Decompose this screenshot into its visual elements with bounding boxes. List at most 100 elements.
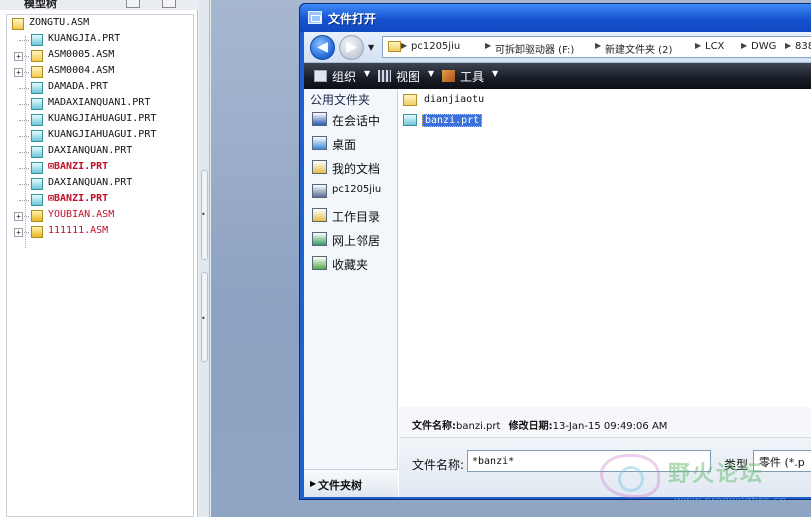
breadcrumb-item[interactable]: 可拆卸驱动器 (F:) <box>495 41 574 56</box>
organize-label: 组织 <box>332 70 357 84</box>
address-field[interactable]: ▶ pc1205jiu ▶ 可拆卸驱动器 (F:) ▶ 新建文件夹 (2) ▶ LCX ▶ DWG… <box>382 36 811 58</box>
expand-toggle-icon[interactable]: + <box>14 68 23 77</box>
place-item-label: 桌面 <box>332 138 357 152</box>
tree-item[interactable]: DAMADA.PRT <box>7 80 193 96</box>
breadcrumb-separator-icon[interactable]: ▶ <box>785 41 791 50</box>
history-dropdown-icon[interactable]: ▼ <box>368 43 374 52</box>
tree-item-label: ZONGTU.ASM <box>29 17 90 28</box>
tree-item-label: ⊠BANZI.PRT <box>48 161 109 172</box>
chevron-down-icon: ▼ <box>428 69 435 78</box>
dialog-title: 文件打开 <box>328 12 377 26</box>
chevron-down-icon: ▼ <box>364 69 371 78</box>
assembly-icon <box>31 226 43 238</box>
expand-toggle-icon[interactable]: + <box>14 52 23 61</box>
watermark-title: 野火论坛 <box>668 462 765 487</box>
tree-item[interactable]: MADAXIANQUAN1.PRT <box>7 96 193 112</box>
part-icon <box>31 146 43 158</box>
common-folders-header: 公用文件夹 <box>310 93 371 107</box>
place-item-label: pc1205jiu <box>332 184 382 195</box>
info-date-label: 修改日期: <box>508 421 553 432</box>
filename-label: 文件名称: <box>412 458 465 472</box>
expand-toggle-icon[interactable]: + <box>14 212 23 221</box>
breadcrumb-separator-icon[interactable]: ▶ <box>695 41 701 50</box>
forward-button[interactable]: ▶ <box>339 35 364 60</box>
dialog-toolbar: 组织 ▼ 视图 ▼ 工具 ▼ <box>304 63 811 89</box>
tree-item[interactable]: + ASM0005.ASM <box>7 48 193 64</box>
tree-item[interactable]: + YOUBIAN.ASM <box>7 208 193 224</box>
tree-columns-icon[interactable] <box>126 0 140 8</box>
part-icon <box>31 98 43 110</box>
place-item[interactable]: 我的文档 <box>310 157 398 179</box>
file-item[interactable]: dianjiaotu <box>403 92 603 110</box>
folder-tree-toggle[interactable]: ▶ 文件夹树 <box>304 469 398 497</box>
place-item[interactable]: 工作目录 <box>310 205 398 227</box>
breadcrumb-item[interactable]: 8382 <box>795 41 811 52</box>
desktop-icon <box>312 136 327 150</box>
part-icon <box>31 34 43 46</box>
dialog-titlebar[interactable]: 文件打开 <box>300 4 811 32</box>
place-item-label: 我的文档 <box>332 162 381 176</box>
file-open-dialog: 文件打开 ◀ ▶ ▼ ▶ pc1205jiu ▶ 可拆卸驱动器 (F:) ▶ 新建文件夹 … <box>299 3 811 500</box>
info-date-value: 13-Jan-15 09:49:06 AM <box>552 421 668 432</box>
tree-item-label: KUANGJIA.PRT <box>48 33 121 44</box>
tree-item[interactable]: KUANGJIAHUAGUI.PRT <box>7 128 193 144</box>
place-item[interactable]: 桌面 <box>310 133 398 155</box>
info-name-value: banzi.prt <box>456 421 501 432</box>
breadcrumb-item[interactable]: 新建文件夹 (2) <box>605 41 672 56</box>
model-tree-title: 模型树 <box>24 0 57 10</box>
common-folders-pane: 公用文件夹 在会话中桌面我的文档 pc1205jiu 工作目录 网上邻居 收藏夹 ▶ 文… <box>304 89 398 497</box>
address-bar: ◀ ▶ ▼ ▶ pc1205jiu ▶ 可拆卸驱动器 (F:) ▶ 新建文件夹 (2) ▶ L… <box>304 32 811 63</box>
breadcrumb-separator-icon[interactable]: ▶ <box>595 41 601 50</box>
favorites-icon <box>312 256 327 270</box>
tree-item[interactable]: DAXIANQUAN.PRT <box>7 176 193 192</box>
tree-item-label: KUANGJIAHUAGUI.PRT <box>48 129 157 140</box>
views-label: 视图 <box>396 70 421 84</box>
file-item[interactable]: banzi.prt <box>403 112 603 130</box>
place-item[interactable]: 网上邻居 <box>310 229 398 251</box>
tree-item[interactable]: ⊠BANZI.PRT <box>7 192 193 208</box>
place-item-label: 在会话中 <box>332 114 381 128</box>
tree-item[interactable]: ⊠BANZI.PRT <box>7 160 193 176</box>
tree-item-label: YOUBIAN.ASM <box>48 209 115 220</box>
model-tree: ZONGTU.ASM KUANGJIA.PRT + ASM0005.ASM + ASM00… <box>6 14 194 517</box>
model-tree-header: 模型树 <box>0 0 198 10</box>
tree-item[interactable]: ZONGTU.ASM <box>7 16 193 32</box>
tree-item[interactable]: + ASM0004.ASM <box>7 64 193 80</box>
place-item[interactable]: pc1205jiu <box>310 181 398 203</box>
tree-item[interactable]: DAXIANQUAN.PRT <box>7 144 193 160</box>
part-icon <box>31 114 43 126</box>
breadcrumb-item[interactable]: LCX <box>705 41 724 52</box>
documents-icon <box>312 160 327 174</box>
breadcrumb-item[interactable]: pc1205jiu <box>411 41 460 52</box>
tree-item-label: DAMADA.PRT <box>48 81 109 92</box>
tree-item-label: KUANGJIAHUAGUI.PRT <box>48 113 157 124</box>
computer-icon <box>312 184 327 198</box>
breadcrumb-separator-icon[interactable]: ▶ <box>741 41 747 50</box>
place-item[interactable]: 收藏夹 <box>310 253 398 275</box>
tree-item[interactable]: KUANGJIA.PRT <box>7 32 193 48</box>
back-button[interactable]: ◀ <box>310 35 335 60</box>
info-name-label: 文件名称: <box>412 421 456 432</box>
assembly-icon <box>31 66 43 78</box>
working-dir-icon <box>312 208 327 222</box>
chevron-down-icon: ▼ <box>492 69 499 78</box>
part-icon <box>31 82 43 94</box>
place-item[interactable]: 在会话中 <box>310 109 398 131</box>
tree-settings-icon[interactable] <box>162 0 176 8</box>
breadcrumb-separator-icon[interactable]: ▶ <box>485 41 491 50</box>
expand-toggle-icon[interactable]: + <box>14 228 23 237</box>
tools-label: 工具 <box>460 70 485 84</box>
tree-item[interactable]: +111111.ASM <box>7 224 193 240</box>
tools-icon <box>442 70 455 82</box>
breadcrumb-item[interactable]: DWG <box>751 41 776 52</box>
tree-item-label: MADAXIANQUAN1.PRT <box>48 97 151 108</box>
tree-item-label: DAXIANQUAN.PRT <box>48 145 133 156</box>
breadcrumb-separator-icon[interactable]: ▶ <box>401 41 407 50</box>
tree-item-label: 111111.ASM <box>48 225 109 236</box>
tree-item-label: ASM0004.ASM <box>48 65 115 76</box>
forum-watermark: 野火论坛 www.proewildfire.cn <box>596 450 811 517</box>
folder-icon <box>403 94 417 106</box>
tree-item[interactable]: KUANGJIAHUAGUI.PRT <box>7 112 193 128</box>
pane-splitter[interactable]: • • <box>199 0 210 517</box>
back-arrow-icon: ◀ <box>317 39 328 55</box>
